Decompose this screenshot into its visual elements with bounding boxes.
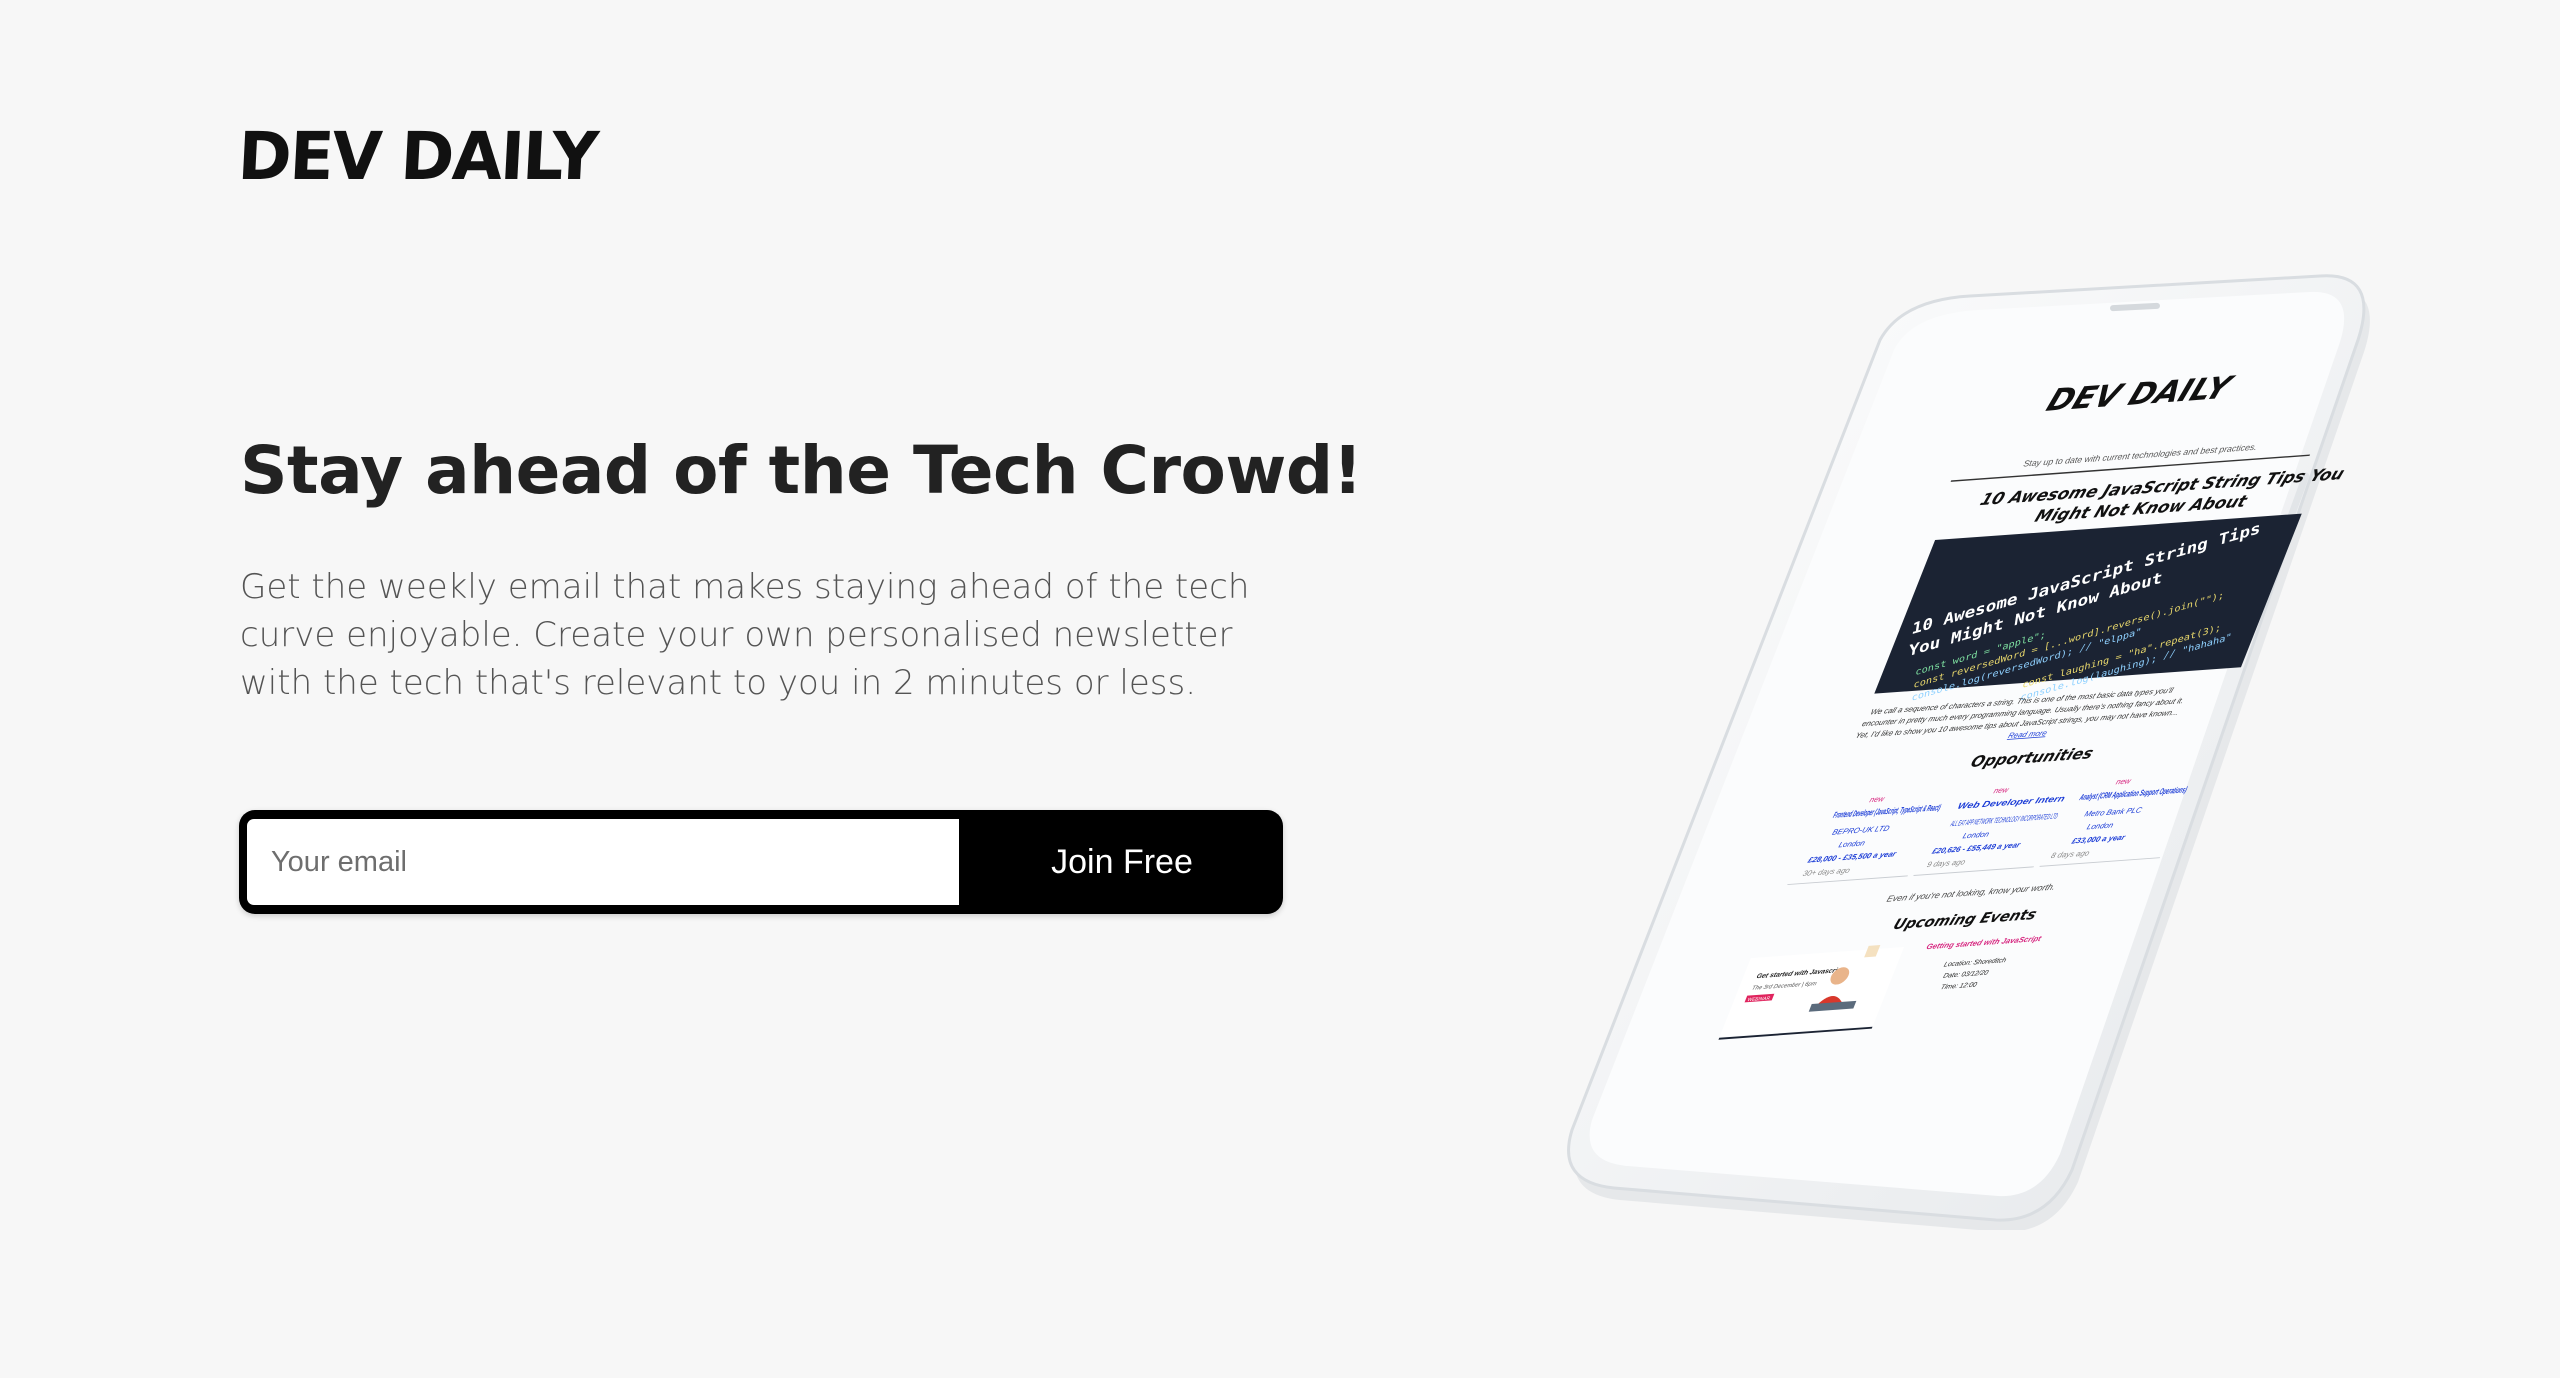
join-free-button[interactable]: Join Free [961, 810, 1283, 914]
hero-headline: Stay ahead of the Tech Crowd! [240, 432, 1363, 509]
dev-daily-logo[interactable]: DEV DAILY [236, 118, 599, 195]
email-input[interactable] [247, 819, 959, 905]
hero-subtext: Get the weekly email that makes staying … [240, 567, 1250, 703]
signup-form: Join Free [239, 810, 1283, 914]
phone-screen [1589, 291, 2345, 1197]
landing-page: DEV DAILY Stay ahead of the Tech Crowd! … [0, 0, 2560, 1378]
phone-illustration: DEV DAILY Stay up to date with current t… [1567, 274, 2370, 1230]
phone-mockup: DEV DAILY Stay up to date with current t… [1550, 270, 2380, 1230]
